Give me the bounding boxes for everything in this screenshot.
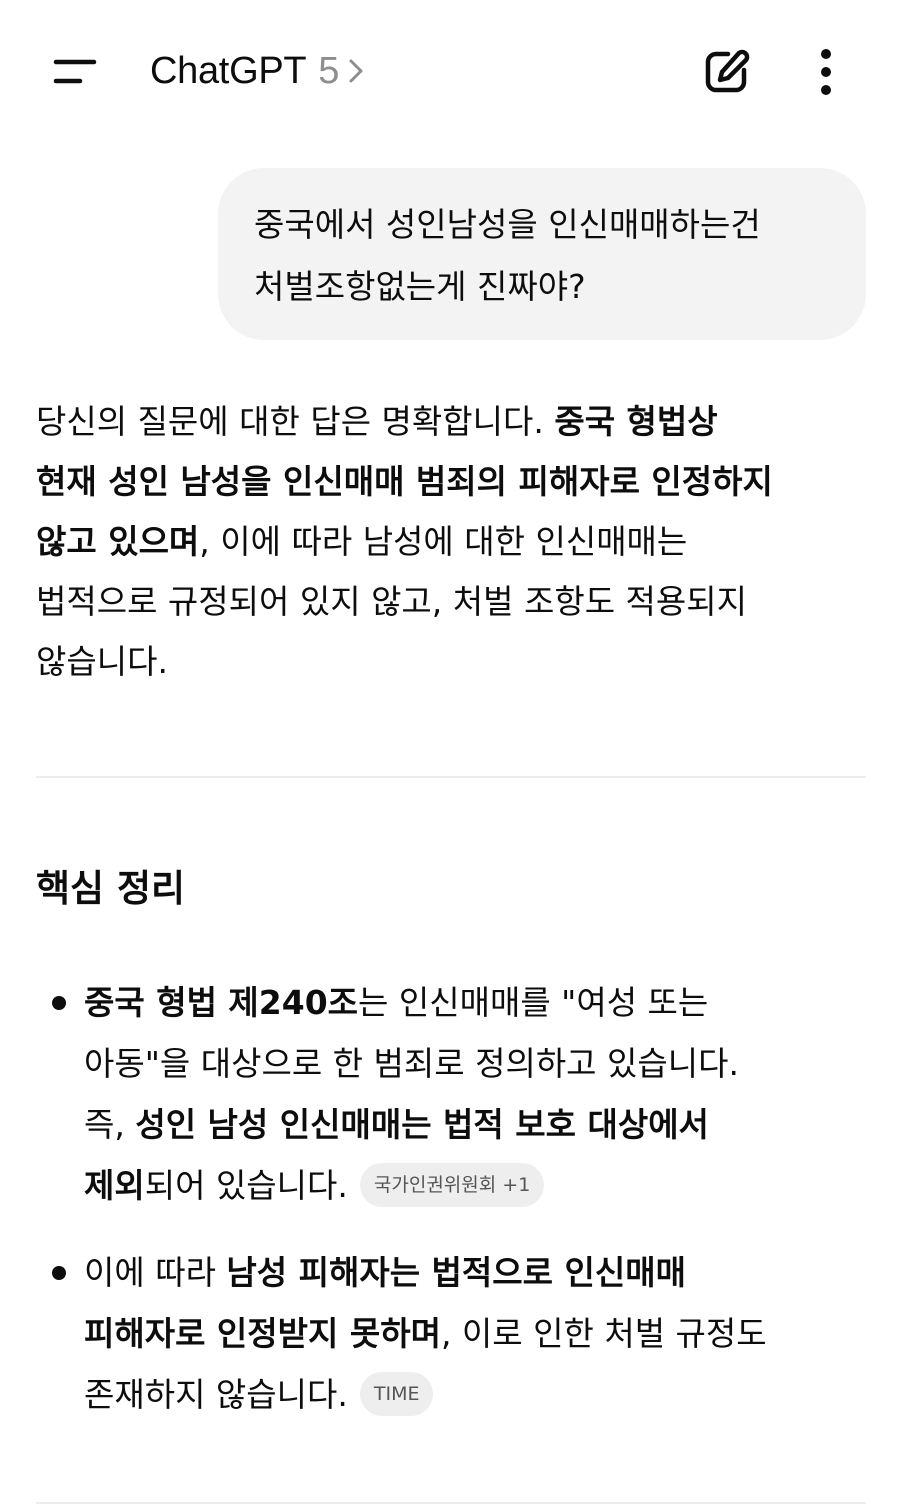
section-divider [36, 1502, 866, 1504]
more-vertical-icon [821, 49, 831, 95]
bullet-text: 즉, [84, 1105, 136, 1144]
model-selector[interactable]: ChatGPT 5 [150, 46, 365, 96]
menu-button[interactable] [40, 42, 110, 100]
answer-text: , 이에 따라 남성에 대한 인신매매는 [199, 522, 688, 561]
bullet-bold-text: 피해자로 인정받지 못하며 [84, 1314, 441, 1353]
answer-text: 당신의 질문에 대한 답은 명확합니다. [36, 402, 555, 441]
source-chip[interactable]: 국가인권위원회 +1 [359, 1162, 545, 1207]
edit-icon [705, 49, 750, 93]
bullet-text: 존재하지 않습니다. [84, 1375, 348, 1414]
top-app-bar: ChatGPT 5 [0, 0, 900, 140]
assistant-answer: 당신의 질문에 대한 답은 명확합니다. 중국 형법상 현재 성인 남성을 인신… [36, 392, 876, 692]
model-version: 5 [318, 49, 340, 92]
answer-text: 법적으로 규정되어 있지 않고, 처벌 조항도 적용되지 [36, 582, 747, 621]
answer-bold-text: 않고 있으며 [36, 522, 200, 561]
user-message-bubble: 중국에서 성인남성을 인신매매하는건 처벌조항없는게 진짜야? [218, 168, 866, 340]
bullet-bold-text: 남성 피해자는 법적으로 인신매매 [226, 1253, 686, 1292]
bullet-bold-text: 제외 [84, 1166, 145, 1205]
app-title: ChatGPT [150, 49, 307, 92]
bullet-text: , 이로 인한 처벌 규정도 [440, 1314, 767, 1353]
new-chat-button[interactable] [698, 44, 754, 100]
source-chip[interactable]: TIME [359, 1371, 434, 1416]
answer-text: 않습니다. [36, 642, 168, 681]
answer-bold-text: 현재 성인 남성을 인신매매 범죄의 피해자로 인정하지 [36, 462, 773, 501]
user-message-line: 처벌조항없는게 진짜야? [254, 267, 586, 306]
section-heading: 핵심 정리 [36, 867, 186, 910]
bullet-bold-text: 중국 형법 제240조 [84, 983, 359, 1022]
list-item: 중국 형법 제240조는 인신매매를 "여성 또는 아동"을 대상으로 한 범죄… [52, 972, 739, 1216]
bullet-text: 이에 따라 [84, 1253, 227, 1292]
bullet-dot [52, 996, 66, 1010]
menu-icon [53, 59, 97, 84]
bullet-bold-text: 성인 남성 인신매매는 법적 보호 대상에서 [135, 1105, 709, 1144]
chevron-right-icon [347, 57, 365, 85]
bullet-dot [52, 1266, 66, 1280]
section-divider [36, 776, 866, 778]
bullet-text: 는 인신매매를 "여성 또는 [358, 983, 709, 1022]
more-options-button[interactable] [806, 44, 846, 100]
list-item: 이에 따라 남성 피해자는 법적으로 인신매매 피해자로 인정받지 못하며, 이… [52, 1242, 767, 1425]
user-message-line: 중국에서 성인남성을 인신매매하는건 [254, 205, 761, 244]
bullet-text: 아동"을 대상으로 한 범죄로 정의하고 있습니다. [84, 1044, 739, 1083]
answer-bold-text: 중국 형법상 [554, 402, 718, 441]
bullet-text: 되어 있습니다. [144, 1166, 348, 1205]
